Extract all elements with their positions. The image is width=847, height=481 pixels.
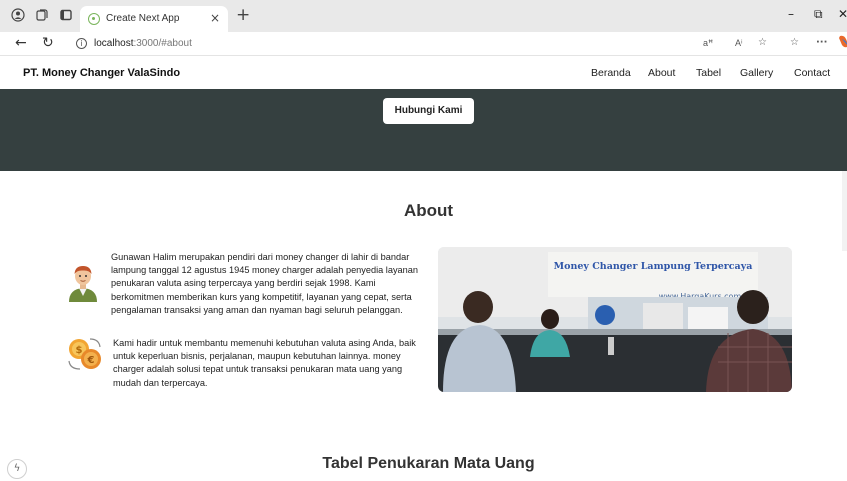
nav-link-tabel[interactable]: Tabel	[696, 67, 721, 79]
favorites-bar-icon[interactable]: ☆	[790, 37, 799, 48]
tab-favicon-icon	[88, 13, 100, 25]
nav-link-gallery[interactable]: Gallery	[740, 67, 773, 79]
hero-section: Hubungi Kami	[0, 89, 847, 171]
browser-tab[interactable]: Create Next App ×	[80, 6, 228, 32]
exchange-table-heading: Tabel Penukaran Mata Uang	[322, 455, 535, 472]
contact-us-button[interactable]: Hubungi Kami	[383, 98, 474, 124]
nav-link-about[interactable]: About	[648, 67, 675, 79]
address-bar-row: ← ↻ i localhost:3000/#about aꟸ Aⁱ ☆ ☆ ··…	[0, 32, 847, 56]
office-photo: Money Changer Lampung Terpercaya www.Har…	[438, 247, 792, 392]
read-aloud-icon[interactable]: Aⁱ	[735, 38, 743, 49]
profile-icon[interactable]	[11, 8, 25, 22]
more-menu-icon[interactable]: ···	[816, 37, 827, 48]
restore-button[interactable]: ⧉	[814, 7, 823, 22]
minimize-button[interactable]: –	[788, 7, 794, 21]
url-text[interactable]: localhost:3000/#about	[94, 38, 192, 49]
money-exchange-icon: $ €	[66, 337, 104, 371]
about-heading: About	[403, 201, 454, 220]
address-bar[interactable]: i localhost:3000/#about	[66, 34, 781, 54]
site-navbar: PT. Money Changer ValaSindo Beranda Abou…	[0, 57, 847, 89]
copilot-icon[interactable]	[838, 35, 847, 52]
page-scrollbar[interactable]	[842, 171, 847, 251]
brand-name[interactable]: PT. Money Changer ValaSindo	[23, 67, 180, 79]
svg-text:€: €	[87, 355, 95, 366]
tab-title: Create Next App	[106, 13, 180, 24]
refresh-icon[interactable]: ↻	[42, 36, 54, 50]
browser-tab-bar: Create Next App × + – ⧉ ✕	[0, 0, 847, 32]
nextjs-dev-indicator-icon[interactable]: ϟ	[7, 459, 27, 479]
tab-close-icon[interactable]: ×	[210, 11, 220, 25]
reader-mode-icon[interactable]: aꟸ	[703, 38, 713, 49]
avatar-icon	[65, 262, 101, 302]
close-window-button[interactable]: ✕	[838, 7, 847, 21]
back-icon[interactable]: ←	[15, 36, 27, 50]
favorites-icon[interactable]: ☆	[758, 37, 767, 48]
photo-sign-text: Money Changer Lampung Terpercaya	[554, 261, 753, 272]
svg-text:$: $	[76, 345, 83, 356]
collections-icon[interactable]	[35, 8, 49, 22]
nav-link-beranda[interactable]: Beranda	[591, 67, 631, 79]
new-tab-button[interactable]: +	[236, 6, 250, 24]
about-paragraph-1: Gunawan Halim merupakan pendiri dari mon…	[111, 252, 418, 315]
about-paragraph-2: Kami hadir untuk membantu memenuhi kebut…	[113, 338, 416, 388]
tab-actions-icon[interactable]	[59, 8, 73, 22]
info-icon[interactable]: i	[76, 38, 87, 49]
nav-link-contact[interactable]: Contact	[794, 67, 830, 79]
